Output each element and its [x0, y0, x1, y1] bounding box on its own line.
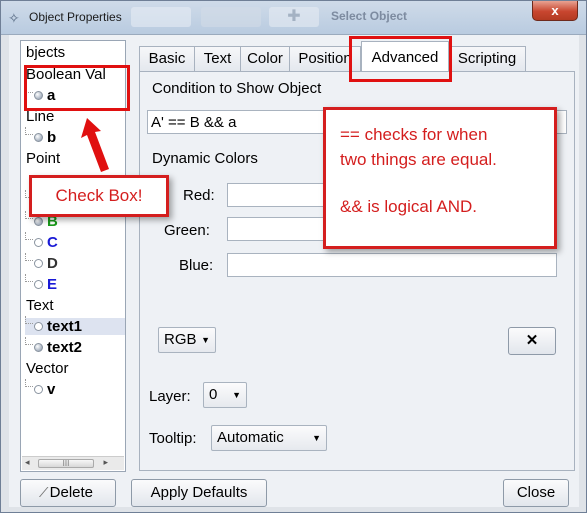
callout-line: && is logical AND.	[340, 197, 477, 216]
object-properties-window: ✧ Object Properties ✚ Select Object x bj…	[0, 0, 587, 513]
annotation-arrow	[81, 118, 109, 172]
arrow-icon	[81, 118, 109, 172]
callout-spacer	[340, 172, 554, 194]
callout-line: two things are equal.	[340, 150, 497, 169]
callout-line: == checks for when	[340, 125, 488, 144]
operator-explanation-callout: == checks for when two things are equal.…	[323, 107, 557, 249]
check-box-callout: Check Box!	[29, 175, 169, 217]
